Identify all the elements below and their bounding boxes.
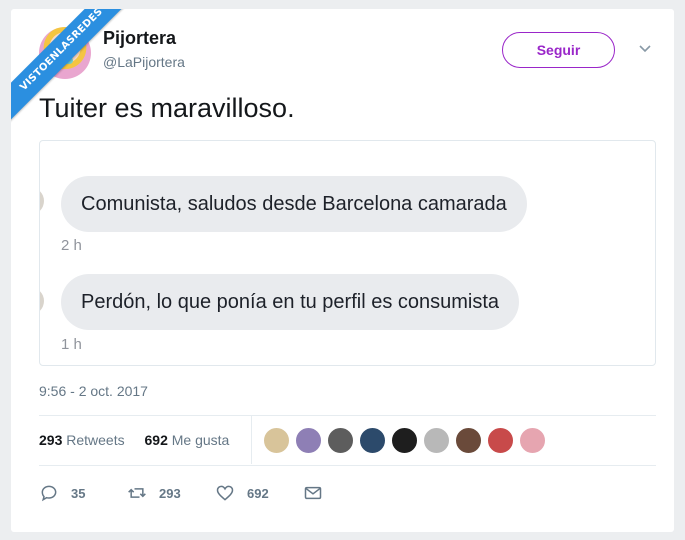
liker-avatar[interactable] — [487, 427, 514, 454]
envelope-icon — [304, 486, 322, 500]
tweet-timestamp[interactable]: 9:56 - 2 oct. 2017 — [39, 383, 148, 399]
sender-avatar — [40, 287, 44, 315]
follow-button[interactable]: Seguir — [502, 32, 615, 68]
retweet-count: 293 — [159, 485, 181, 501]
chat-bubble: Perdón, lo que ponía en tu perfil es con… — [61, 274, 520, 330]
message-button[interactable] — [303, 481, 335, 505]
screenshot-image[interactable]: Comunista, saludos desde Barcelona camar… — [39, 140, 656, 366]
divider — [39, 465, 656, 466]
liker-avatar[interactable] — [391, 427, 418, 454]
like-button[interactable]: 692 — [215, 481, 269, 505]
reply-icon — [41, 485, 57, 502]
message-time: 2 h — [61, 237, 82, 254]
watermark-text: VISTOENLASREDES — [11, 9, 139, 127]
sender-avatar — [40, 187, 44, 215]
divider — [39, 415, 656, 416]
likes-stat[interactable]: 692 Me gusta — [145, 432, 238, 448]
liker-avatar[interactable] — [455, 427, 482, 454]
stats-divider — [251, 416, 252, 464]
liker-avatar[interactable] — [263, 427, 290, 454]
liker-avatar[interactable] — [295, 427, 322, 454]
reply-button[interactable]: 35 — [39, 481, 85, 505]
liker-avatar[interactable] — [519, 427, 546, 454]
liker-avatar[interactable] — [423, 427, 450, 454]
tweet-stats: 293 Retweets 692 Me gusta — [39, 432, 245, 448]
watermark-ribbon: VISTOENLASREDES — [11, 9, 151, 149]
message-time: 1 h — [61, 336, 82, 353]
action-bar: 35 293 692 — [39, 481, 656, 505]
like-count: 692 — [247, 485, 269, 501]
retweets-stat[interactable]: 293 Retweets — [39, 432, 133, 448]
liker-avatar[interactable] — [327, 427, 354, 454]
heart-icon — [216, 485, 234, 501]
liker-avatar[interactable] — [359, 427, 386, 454]
reply-count: 35 — [71, 485, 86, 501]
retweet-button[interactable]: 293 — [127, 481, 181, 505]
retweet-icon — [128, 488, 146, 498]
chat-bubble: Comunista, saludos desde Barcelona camar… — [61, 176, 527, 232]
chevron-down-icon[interactable] — [638, 42, 652, 56]
